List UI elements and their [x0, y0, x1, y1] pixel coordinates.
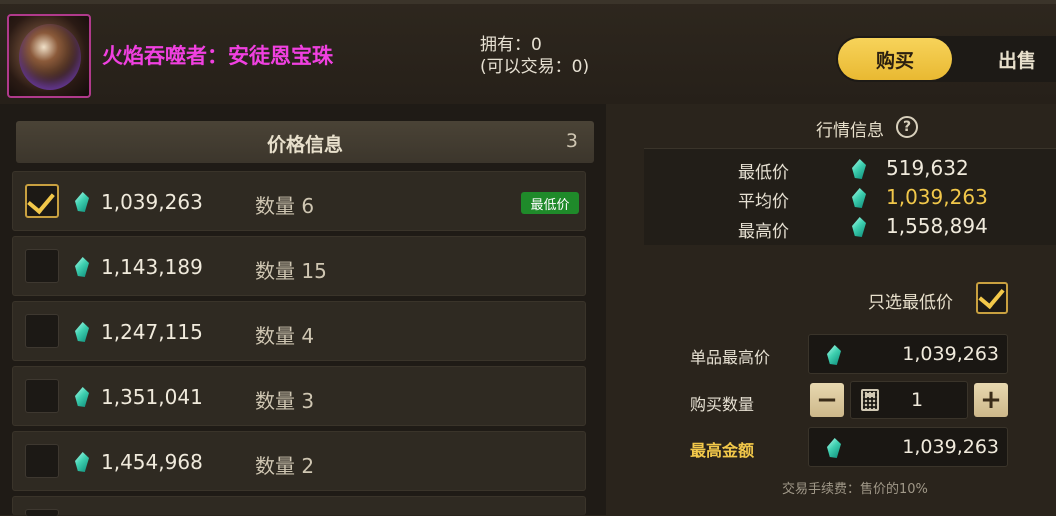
unit-max-price-value: 1,039,263	[902, 343, 999, 365]
row-price: 1,143,189	[101, 255, 203, 279]
row-checkbox[interactable]	[25, 444, 59, 478]
max-price-label: 最高价	[738, 222, 789, 242]
buy-quantity-label: 购买数量	[690, 395, 755, 414]
trade-fee-note: 交易手续费：售价的10%	[782, 482, 928, 497]
market-info-box	[644, 148, 1056, 245]
owned-label: 拥有：0	[480, 35, 542, 55]
gem-icon	[75, 192, 89, 212]
quantity-minus-button[interactable]: −	[810, 383, 844, 417]
max-price-value: 1,558,894	[886, 214, 988, 238]
price-list-header: 价格信息 3	[16, 121, 594, 163]
checkmark-icon	[978, 281, 1005, 310]
price-row[interactable]: 1,247,115 数量 4	[12, 301, 586, 361]
row-quantity: 数量 2	[255, 454, 315, 478]
price-row[interactable]: 1,351,041 数量 3	[12, 366, 586, 426]
gem-icon	[75, 322, 89, 342]
total-max-amount-value: 1,039,263	[902, 436, 999, 458]
quantity-field[interactable]: 1	[850, 381, 968, 419]
gem-icon	[75, 387, 89, 407]
gem-icon	[75, 257, 89, 277]
avg-price-label: 平均价	[738, 192, 789, 212]
row-price: 1,039,263	[101, 190, 203, 214]
market-info-title: 行情信息	[816, 121, 884, 141]
row-price: 1,247,115	[101, 320, 203, 344]
quantity-value: 1	[911, 389, 924, 411]
avg-price-value: 1,039,263	[886, 185, 988, 209]
item-name: 火焰吞噬者：安徒恩宝珠	[102, 44, 333, 68]
min-price-label: 最低价	[738, 163, 789, 183]
row-quantity: 数量 6	[255, 194, 315, 218]
total-max-amount-label: 最高金额	[690, 441, 755, 460]
only-lowest-checkbox[interactable]	[976, 281, 1008, 314]
row-checkbox[interactable]	[25, 184, 59, 218]
price-row[interactable]: 1,143,189 数量 15	[12, 236, 586, 296]
tradable-label: (可以交易：0)	[480, 57, 590, 77]
lowest-price-badge: 最低价	[521, 192, 579, 214]
tab-buy[interactable]: 购买	[838, 38, 952, 80]
price-row[interactable]: 1,039,263 数量 6 最低价	[12, 171, 586, 231]
gem-icon	[75, 452, 89, 472]
calculator-icon[interactable]	[861, 389, 879, 411]
help-icon[interactable]: ?	[896, 116, 918, 138]
top-divider	[0, 0, 1056, 4]
only-lowest-label: 只选最低价	[868, 293, 953, 313]
row-checkbox[interactable]	[25, 379, 59, 413]
row-quantity: 数量 4	[255, 324, 315, 348]
row-checkbox[interactable]	[25, 314, 59, 348]
unit-max-price-field[interactable]: 1,039,263	[808, 334, 1008, 374]
min-price-value: 519,632	[886, 156, 969, 180]
total-max-amount-field: 1,039,263	[808, 427, 1008, 467]
gem-icon	[827, 438, 841, 458]
orb-icon	[7, 14, 91, 98]
row-price: 1,454,968	[101, 450, 203, 474]
unit-max-price-label: 单品最高价	[690, 348, 771, 367]
gem-icon	[827, 345, 841, 365]
price-row[interactable]	[12, 496, 586, 516]
price-list-count: 3	[565, 130, 578, 152]
row-quantity: 数量 3	[255, 389, 315, 413]
tab-sell[interactable]: 出售	[978, 38, 1056, 80]
owned-count: 拥有：0 (可以交易：0)	[480, 34, 589, 78]
checkmark-icon	[27, 185, 55, 215]
quantity-plus-button[interactable]: +	[974, 383, 1008, 417]
row-checkbox[interactable]	[25, 249, 59, 283]
row-quantity: 数量 15	[255, 259, 327, 283]
row-price: 1,351,041	[101, 385, 203, 409]
price-row[interactable]: 1,454,968 数量 2	[12, 431, 586, 491]
price-list-title: 价格信息	[266, 134, 343, 156]
